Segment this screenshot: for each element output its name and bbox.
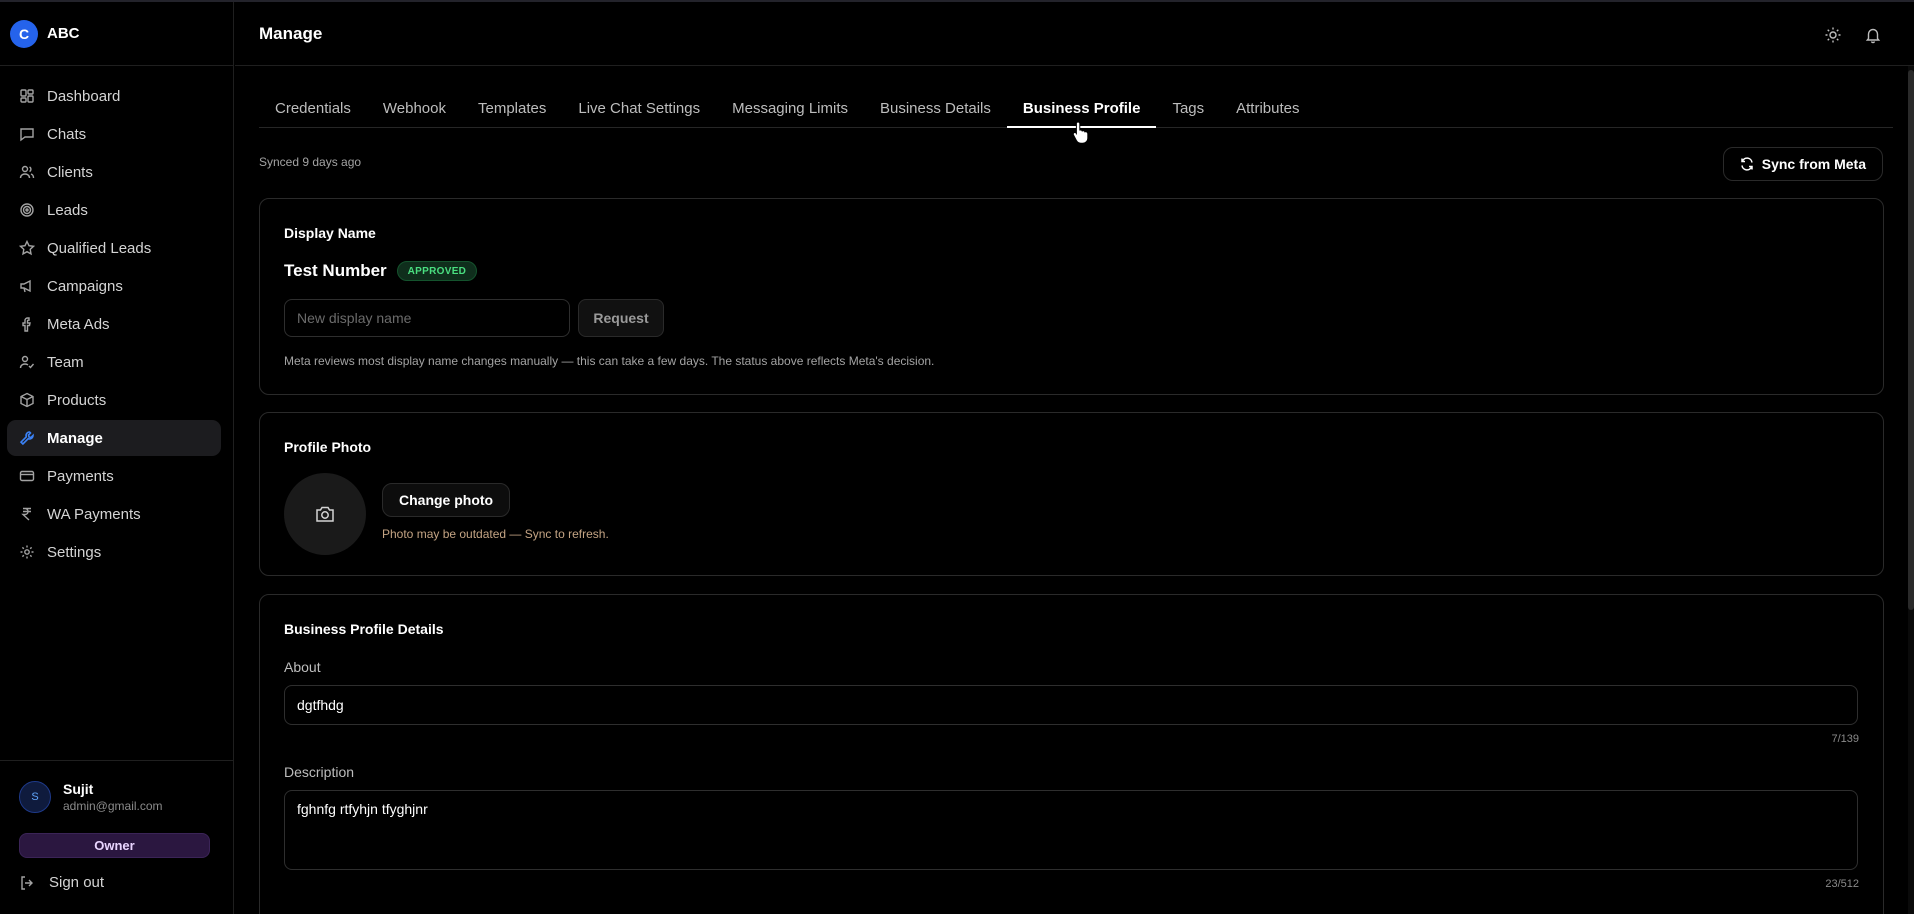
description-char-count: 23/512 [1825,878,1859,890]
description-textarea[interactable]: fghnfg rtfyhjn tfyghjnr [284,790,1858,870]
tab-live-chat-settings[interactable]: Live Chat Settings [562,90,716,128]
sign-out-button[interactable]: Sign out [19,874,104,891]
status-badge: APPROVED [396,261,478,281]
camera-icon [316,506,334,522]
user-email: admin@gmail.com [63,799,163,813]
display-name-card: Display Name Test Number APPROVED Reques… [259,198,1884,395]
scrollbar[interactable] [1908,66,1914,914]
profile-photo-card: Profile Photo Change photo Photo may be … [259,412,1884,576]
change-photo-button[interactable]: Change photo [382,483,511,517]
sidebar-item-settings[interactable]: Settings [7,534,221,570]
top-bar: Manage [235,2,1914,66]
scrollbar-thumb[interactable] [1908,70,1914,610]
sidebar-item-label: Payments [47,467,114,485]
about-input[interactable] [284,685,1858,725]
brand-name: ABC [47,25,80,42]
photo-note: Photo may be outdated — Sync to refresh. [382,527,609,541]
sidebar-item-campaigns[interactable]: Campaigns [7,268,221,304]
sidebar-item-label: Campaigns [47,277,123,295]
sidebar-item-products[interactable]: Products [7,382,221,418]
sidebar-item-qualified-leads[interactable]: Qualified Leads [7,230,221,266]
brand-logo: C [10,19,38,48]
user-name: Sujit [63,781,94,797]
sync-status: Synced 9 days ago [259,155,362,169]
sync-button-label: Sync from Meta [1761,156,1866,172]
target-icon [19,202,35,218]
refresh-icon [1741,157,1753,171]
sidebar-item-chats[interactable]: Chats [7,116,221,152]
display-name-value: Test Number [284,261,387,280]
tab-business-details[interactable]: Business Details [864,90,1007,128]
sidebar-item-leads[interactable]: Leads [7,192,221,228]
sidebar-footer: S Sujit admin@gmail.com Owner Sign out [0,760,234,914]
new-display-name-input[interactable] [284,299,570,337]
sidebar-item-clients[interactable]: Clients [7,154,221,190]
sidebar-item-label: Team [47,353,84,371]
sidebar-nav: Dashboard Chats Clients Leads Qualified … [0,66,233,570]
avatar: S [19,781,51,813]
facebook-icon [19,316,35,332]
sidebar-item-dashboard[interactable]: Dashboard [7,78,221,114]
about-label: About [284,659,321,675]
chat-icon [19,126,35,142]
sidebar-item-wa-payments[interactable]: WA Payments [7,496,221,532]
role-badge: Owner [19,833,210,858]
brand[interactable]: C ABC [0,2,233,66]
display-name-helper-text: Meta reviews most display name changes m… [284,354,935,368]
sync-from-meta-button[interactable]: Sync from Meta [1722,147,1883,181]
sidebar: C ABC Dashboard Chats Clients Leads Qual… [0,2,234,914]
profile-photo-title: Profile Photo [284,439,372,455]
sun-icon[interactable] [1824,26,1842,44]
profile-photo-placeholder[interactable] [284,473,366,555]
sidebar-item-label: Chats [47,125,87,143]
display-name-title: Display Name [284,225,376,241]
bell-icon[interactable] [1864,26,1882,44]
wrench-icon [19,430,35,446]
logout-icon [19,875,35,891]
description-label: Description [284,764,355,780]
rupee-icon [19,506,35,522]
sidebar-item-label: Dashboard [47,87,121,105]
star-icon [19,240,35,256]
sign-out-label: Sign out [49,874,105,891]
business-profile-details-card: Business Profile Details About 7/139 Des… [259,594,1884,914]
tab-tags[interactable]: Tags [1156,90,1220,128]
tab-templates[interactable]: Templates [462,90,562,128]
sidebar-item-label: Products [47,391,107,409]
business-profile-details-title: Business Profile Details [284,621,444,637]
pointer-cursor-icon [1072,121,1089,144]
sidebar-item-manage[interactable]: Manage [7,420,221,456]
gear-icon [19,544,35,560]
sidebar-item-label: Manage [47,429,103,447]
sidebar-item-team[interactable]: Team [7,344,221,380]
credit-card-icon [19,468,35,484]
sidebar-item-label: Qualified Leads [47,239,152,257]
app-window: C ABC Dashboard Chats Clients Leads Qual… [0,0,1914,914]
dashboard-icon [19,88,35,104]
sidebar-item-label: Clients [47,163,93,181]
users-icon [19,164,35,180]
page-title: Manage [259,24,323,43]
tab-messaging-limits[interactable]: Messaging Limits [716,90,864,128]
megaphone-icon [19,278,35,294]
user-profile[interactable]: S Sujit admin@gmail.com [19,781,163,813]
box-icon [19,392,35,408]
sidebar-item-label: Meta Ads [47,315,110,333]
sidebar-item-payments[interactable]: Payments [7,458,221,494]
tab-credentials[interactable]: Credentials [259,90,367,128]
tab-attributes[interactable]: Attributes [1220,90,1315,128]
request-button[interactable]: Request [578,299,664,337]
sidebar-item-label: Settings [47,543,102,561]
tab-webhook[interactable]: Webhook [367,90,462,128]
about-char-count: 7/139 [1831,733,1859,745]
sidebar-item-label: WA Payments [47,505,141,523]
sidebar-item-meta-ads[interactable]: Meta Ads [7,306,221,342]
user-check-icon [19,354,35,370]
sidebar-item-label: Leads [47,201,88,219]
